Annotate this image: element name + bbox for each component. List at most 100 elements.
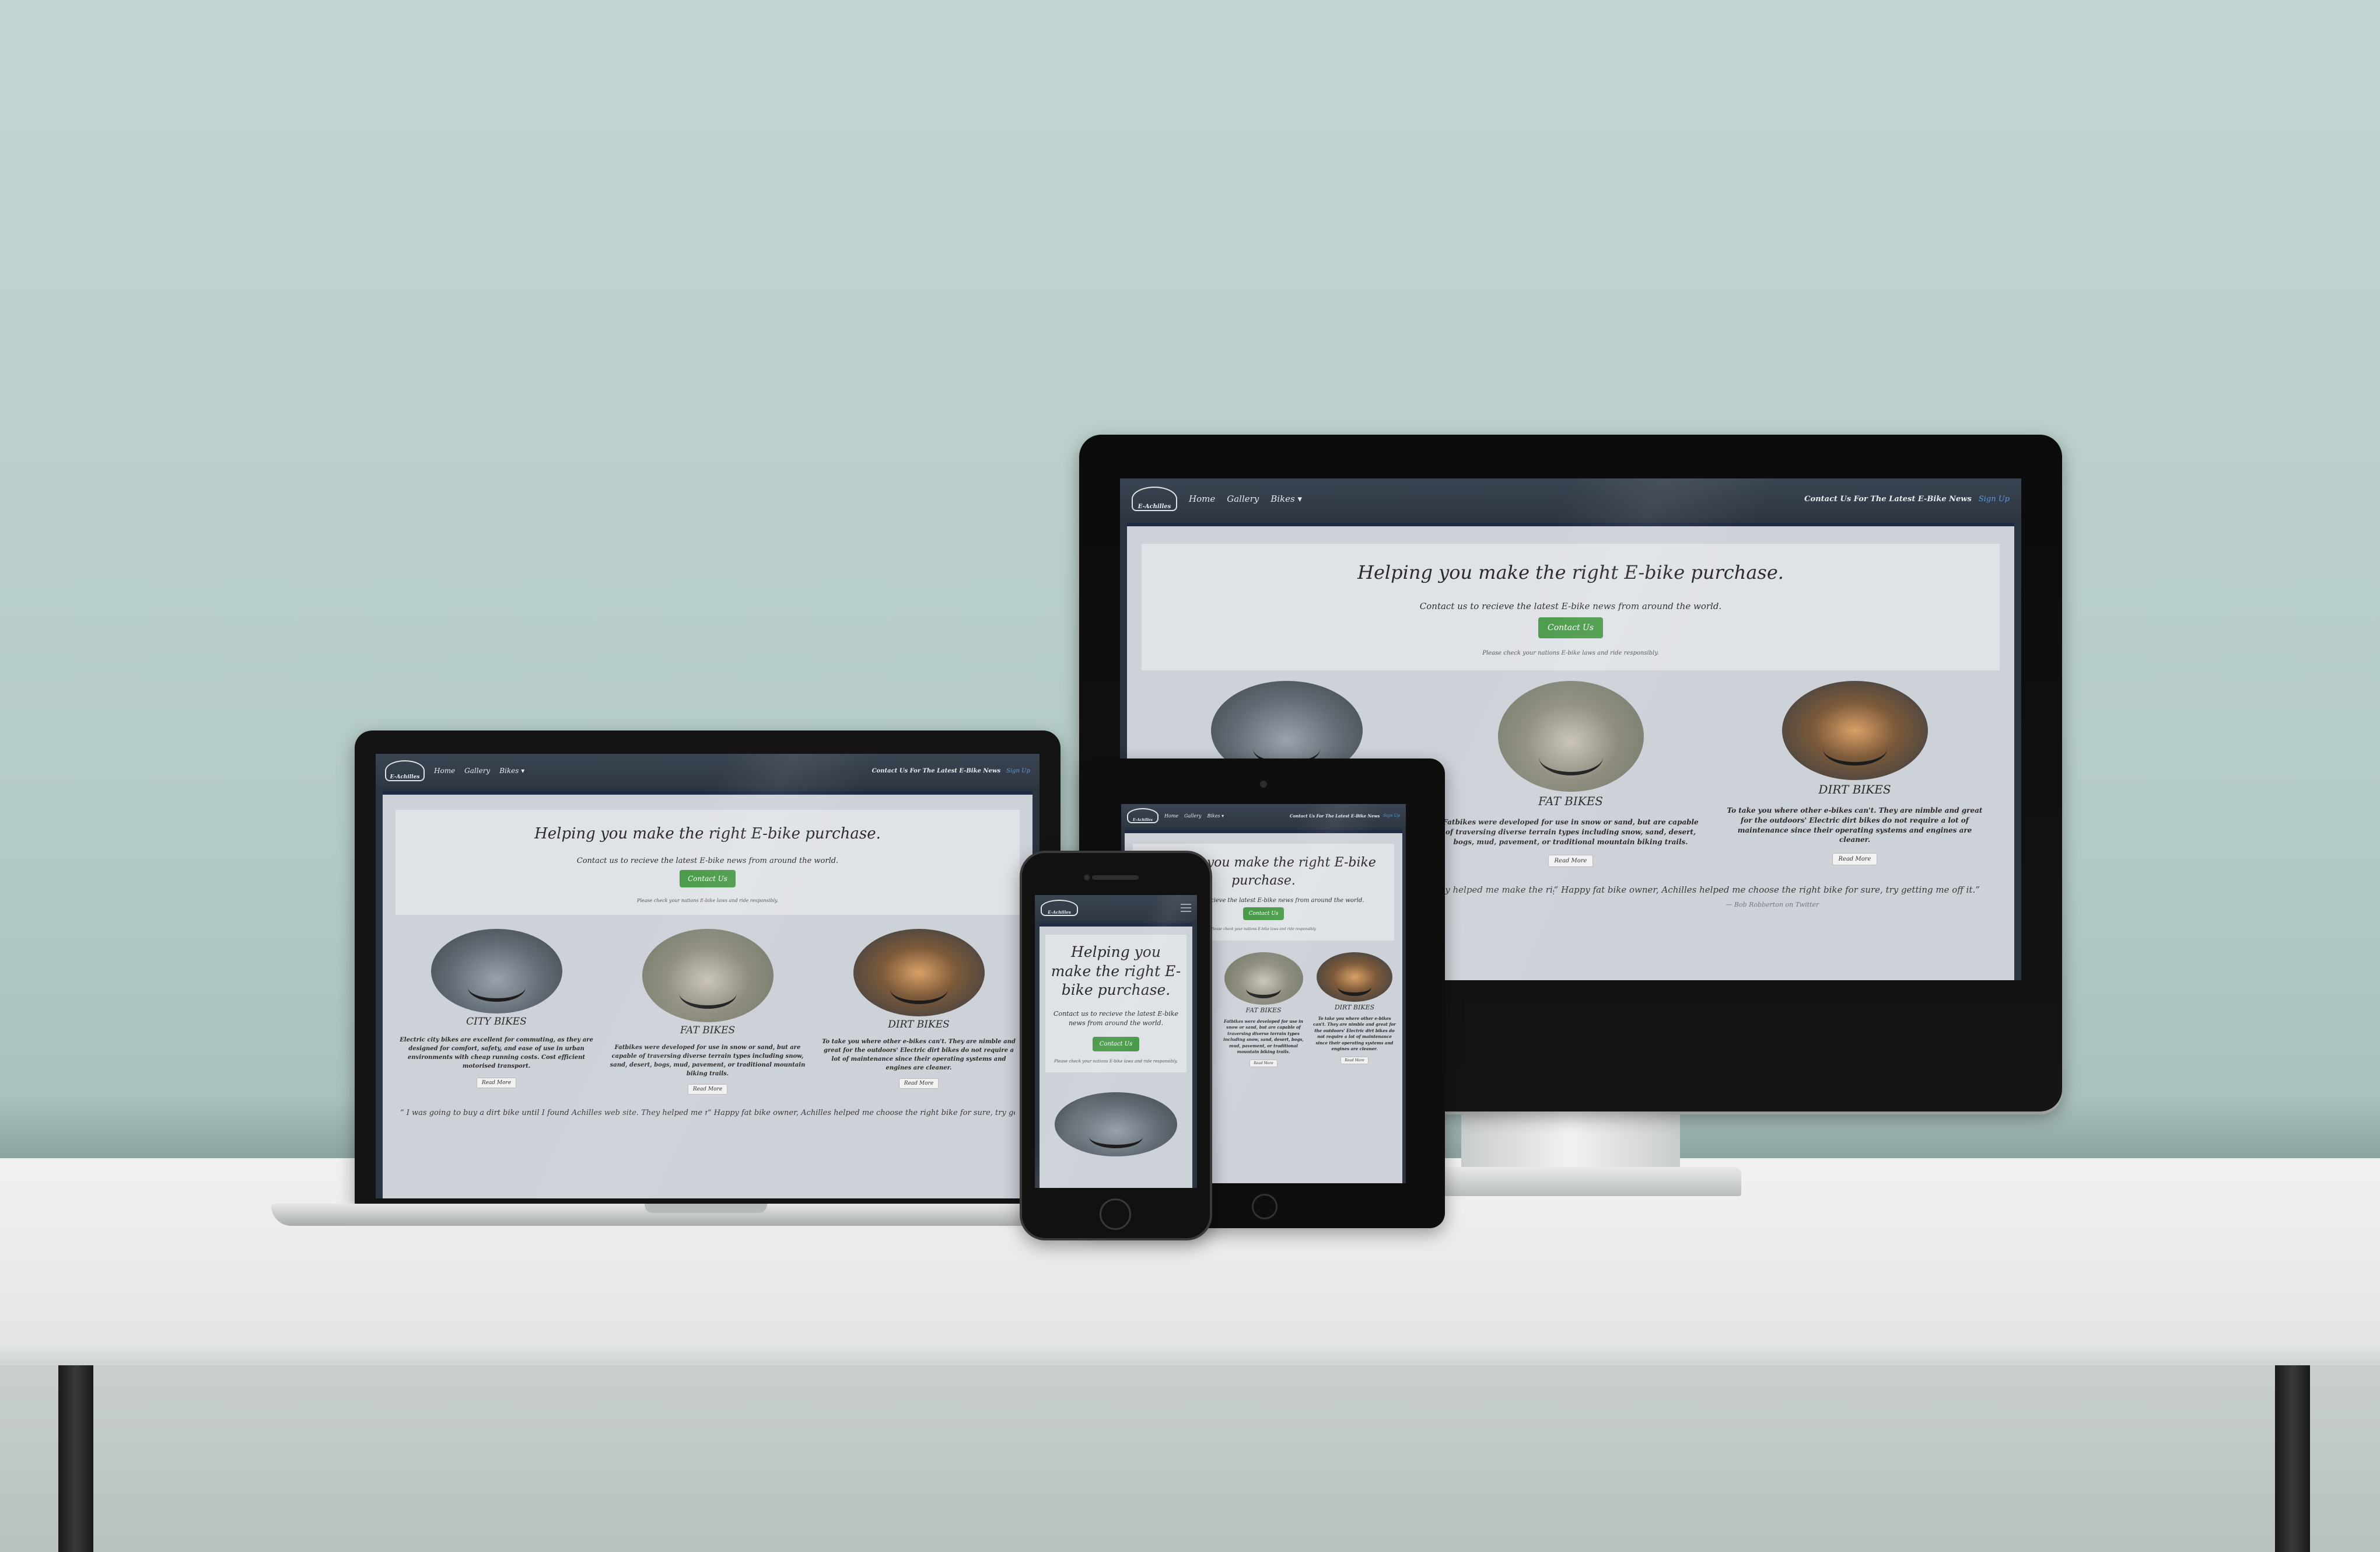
contact-us-button[interactable]: Contact Us <box>1092 1036 1140 1051</box>
card-text: To take you where other e-bikes can't. T… <box>822 1039 1016 1071</box>
dirt-bike-image <box>1317 952 1392 1002</box>
nav-tagline[interactable]: Contact Us For The Latest E-Bike News <box>1290 813 1380 819</box>
hero-title: Helping you make the right E-bike purcha… <box>534 825 881 843</box>
desk-leg-left <box>58 1365 93 1552</box>
testimonial-quote: “ I was going to buy a dirt bike until I… <box>400 1109 708 1117</box>
navbar: E-Achilles Home Gallery Bikes ▾ Contact … <box>1121 804 1406 827</box>
read-more-button[interactable]: Read More <box>1832 853 1878 866</box>
contact-us-button[interactable]: Contact Us <box>680 870 736 887</box>
nav-gallery[interactable]: Gallery <box>1184 813 1201 819</box>
dirt-bike-image <box>1782 681 1928 780</box>
logo-text: E-Achilles <box>390 774 420 780</box>
logo-text: E-Achilles <box>1133 818 1153 822</box>
logo-text: E-Achilles <box>1048 910 1071 915</box>
hamburger-menu-icon[interactable] <box>1181 904 1191 912</box>
card-title: FAT BIKES <box>1538 794 1604 808</box>
hero-subtitle: Contact us to recieve the latest E-bike … <box>1419 601 1722 611</box>
card-text: Fatbikes were developed for use in snow … <box>1223 1018 1304 1055</box>
monitor-stand-foot <box>1400 1167 1741 1196</box>
hero-subtitle: Contact us to recieve the latest E-bike … <box>576 857 839 865</box>
testimonials: “ I was going to buy a dirt bike until I… <box>383 1109 1032 1117</box>
bike-cards: CITY BIKES Electric city bikes are excel… <box>383 929 1032 1095</box>
city-bike-image <box>430 929 562 1013</box>
fat-bike-image <box>1497 681 1644 792</box>
card-fat: FAT BIKES Fatbikes were developed for us… <box>1222 952 1306 1067</box>
nav-signup[interactable]: Sign Up <box>1979 495 2010 504</box>
nav-bikes-dropdown[interactable]: Bikes ▾ <box>1207 813 1224 819</box>
navbar: E-Achilles Home Gallery Bikes ▾ Contact … <box>1120 478 2021 519</box>
read-more-button[interactable]: Read More <box>1250 1059 1278 1067</box>
hero-note: Please check your nations E-bike laws an… <box>636 898 779 903</box>
card-dirt: DIRT BIKES To take you where other e-bik… <box>820 929 1018 1095</box>
card-title: FAT BIKES <box>680 1025 736 1036</box>
nav-gallery[interactable]: Gallery <box>464 767 490 775</box>
hero-note: Please check your nations E-bike laws an… <box>1482 650 1659 656</box>
nav-gallery[interactable]: Gallery <box>1227 494 1259 504</box>
read-more-button[interactable]: Read More <box>476 1078 517 1088</box>
tablet-home-button <box>1252 1194 1278 1219</box>
nav-home[interactable]: Home <box>434 767 455 775</box>
nav-bikes-dropdown[interactable]: Bikes ▾ <box>499 767 524 775</box>
nav-tagline[interactable]: Contact Us For The Latest E-Bike News <box>872 768 1001 774</box>
card-text: Electric city bikes are excellent for co… <box>400 1037 593 1069</box>
nav-home[interactable]: Home <box>1164 813 1178 819</box>
tablet-camera <box>1260 781 1267 788</box>
bike-cards <box>1040 1092 1192 1156</box>
contact-us-button[interactable]: Contact Us <box>1538 617 1604 638</box>
hero-title: Helping you make the right E-bike purcha… <box>1357 561 1784 583</box>
dirt-bike-image <box>853 929 985 1016</box>
testimonial-quote: “ Happy fat bike owner, Achilles helped … <box>708 1109 1015 1117</box>
page-body: Helping you make the right E-bike purcha… <box>1040 923 1192 1188</box>
card-text: To take you where other e-bikes can't. T… <box>1727 806 1983 844</box>
card-fat: FAT BIKES Fatbikes were developed for us… <box>1443 681 1699 868</box>
nav-signup[interactable]: Sign Up <box>1383 813 1400 818</box>
phone-speaker <box>1092 875 1139 880</box>
desk-leg-right <box>2275 1365 2310 1552</box>
smartphone: E-Achilles Helping you make the right E-… <box>1020 851 1212 1240</box>
card-title: DIRT BIKES <box>888 1019 950 1030</box>
nav-home[interactable]: Home <box>1189 494 1215 504</box>
nav-bikes-dropdown[interactable]: Bikes ▾ <box>1270 494 1302 504</box>
card-title: FAT BIKES <box>1245 1006 1282 1014</box>
phone-camera <box>1084 875 1090 880</box>
fat-bike-image <box>1224 952 1303 1005</box>
card-city: CITY BIKES Electric city bikes are excel… <box>397 929 596 1095</box>
laptop: E-Achilles Home Gallery Bikes ▾ Contact … <box>355 730 1060 1206</box>
card-title: DIRT BIKES <box>1334 1003 1375 1011</box>
phone-screen: E-Achilles Helping you make the right E-… <box>1035 895 1197 1188</box>
testimonial-quote-2: “ Happy fat bike owner, Achilles helped … <box>1554 885 1991 908</box>
fat-bike-image <box>642 929 774 1022</box>
nav-signup[interactable]: Sign Up <box>1006 768 1030 774</box>
hero-jumbotron: Helping you make the right E-bike purcha… <box>1142 544 2000 670</box>
logo-text: E-Achilles <box>1138 504 1171 510</box>
card-text: Fatbikes were developed for use in snow … <box>1443 818 1699 846</box>
card-dirt: DIRT BIKES To take you where other e-bik… <box>1312 952 1397 1067</box>
card-fat: FAT BIKES Fatbikes were developed for us… <box>608 929 807 1095</box>
nav-tagline[interactable]: Contact Us For The Latest E-Bike News <box>1804 495 1972 504</box>
hero-subtitle: Contact us to recieve the latest E-bike … <box>1054 1009 1178 1027</box>
hero-jumbotron: Helping you make the right E-bike purcha… <box>396 810 1020 915</box>
desk-edge <box>0 1342 2380 1365</box>
card-text: Fatbikes were developed for use in snow … <box>610 1044 806 1077</box>
read-more-button[interactable]: Read More <box>687 1084 728 1095</box>
logo[interactable]: E-Achilles <box>1127 808 1158 823</box>
card-title: CITY BIKES <box>466 1016 527 1027</box>
laptop-notch <box>645 1204 767 1213</box>
read-more-button[interactable]: Read More <box>1548 855 1594 868</box>
testimonial-author: — Bob Robberton on Twitter <box>1726 901 1819 909</box>
card-text: To take you where other e-bikes can't. T… <box>1313 1015 1396 1052</box>
card-title: DIRT BIKES <box>1818 782 1891 796</box>
read-more-button[interactable]: Read More <box>898 1078 939 1089</box>
floor <box>0 1365 2380 1552</box>
read-more-button[interactable]: Read More <box>1340 1056 1368 1064</box>
city-bike-image <box>1055 1092 1177 1156</box>
page-body: Helping you make the right E-bike purcha… <box>383 791 1032 1198</box>
card-dirt: DIRT BIKES To take you where other e-bik… <box>1727 681 1983 867</box>
monitor-stand-neck <box>1461 1111 1680 1167</box>
phone-home-button <box>1100 1198 1131 1230</box>
contact-us-button[interactable]: Contact Us <box>1242 907 1284 920</box>
hero-jumbotron: Helping you make the right E-bike purcha… <box>1045 935 1186 1072</box>
logo[interactable]: E-Achilles <box>385 760 425 781</box>
logo[interactable]: E-Achilles <box>1041 900 1078 916</box>
logo[interactable]: E-Achilles <box>1132 487 1177 511</box>
